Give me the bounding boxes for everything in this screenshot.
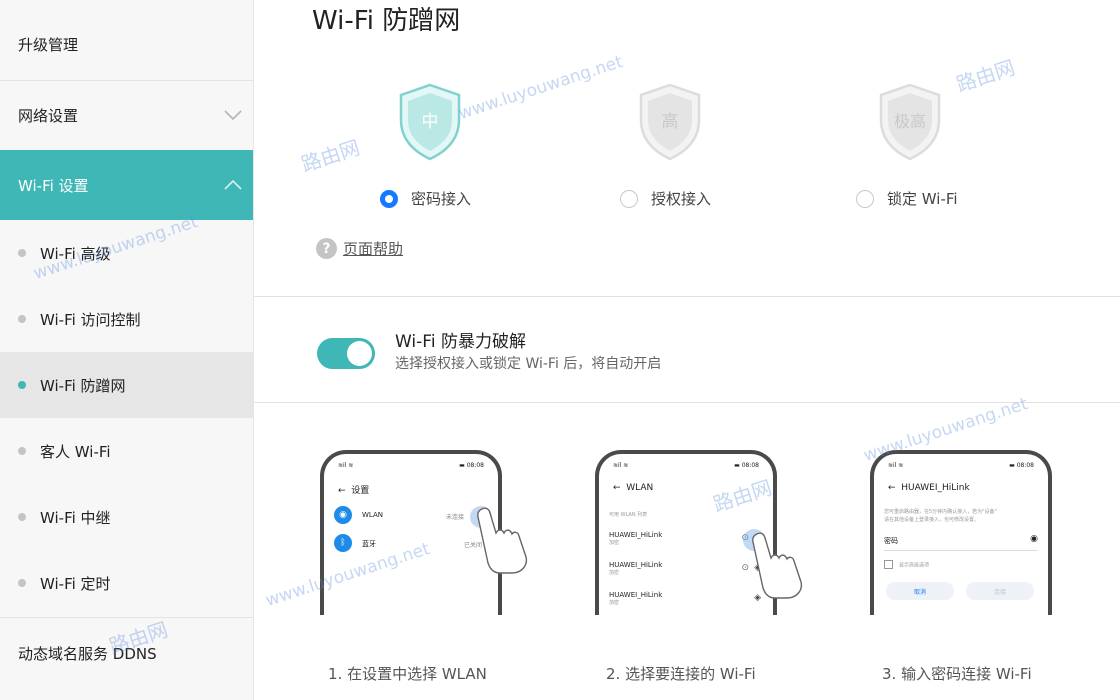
nav-item-label: 客人 Wi-Fi (40, 442, 111, 461)
nav-item-label: Wi-Fi 防蹭网 (40, 376, 126, 395)
sidebar-item-wifi-relay[interactable]: Wi-Fi 中继 (0, 484, 253, 550)
sidebar-item-wifi-anti-rub[interactable]: Wi-Fi 防蹭网 (0, 352, 253, 418)
step-2-caption: 2. 选择要连接的 Wi-Fi (606, 665, 756, 683)
phone-row: ᛒ 蓝牙 已关闭 (334, 534, 488, 554)
phone-note: 您可重启路由器，在5分钟内确认接入，若为"设备" 请在其他设备上登录接入，也可修… (884, 509, 997, 523)
level-very-high-shield-icon: 极高 (875, 82, 945, 162)
phone-header: ← HUAWEI_HiLink (888, 483, 970, 493)
radio-button[interactable] (620, 189, 638, 208)
step-1-caption: 1. 在设置中选择 WLAN (328, 665, 487, 683)
wifi-icon: ◉ (334, 506, 352, 524)
shield-label: 高 (662, 112, 679, 132)
radio-lock-wifi[interactable]: 锁定 Wi-Fi (856, 188, 958, 209)
nav-item-label: Wi-Fi 设置 (18, 176, 89, 195)
divider (254, 402, 1120, 403)
sidebar: 升级管理 网络设置 Wi-Fi 设置 Wi-Fi 高级 Wi-Fi 访问控制 W… (0, 0, 254, 700)
shield-label: 极高 (894, 112, 926, 131)
bullet-dot-icon (18, 249, 26, 257)
wifi-network-row: HUAWEI_HiLink 加密 ◈ (609, 591, 761, 606)
sidebar-item-guest-wifi[interactable]: 客人 Wi-Fi (0, 418, 253, 484)
shield-label: 中 (422, 112, 439, 132)
radio-button[interactable] (856, 189, 874, 208)
level-medium-shield-icon: 中 (395, 82, 465, 162)
phone-section-label: 可用 WLAN 列表 (609, 512, 648, 518)
question-icon: ? (316, 238, 337, 259)
nav-item-wifi-settings[interactable]: Wi-Fi 设置 (0, 150, 253, 220)
nav-item-label: Wi-Fi 定时 (40, 574, 111, 593)
phone-header: ← 设置 (338, 486, 370, 496)
nav-item-label: 网络设置 (18, 106, 79, 125)
nav-item-label: Wi-Fi 访问控制 (40, 310, 141, 329)
eye-icon: ◉ (1030, 534, 1038, 544)
wifi-network-row: HUAWEI_HiLink 加密 ⊙ ◈ (609, 561, 761, 576)
hand-pointer-icon (477, 507, 528, 574)
bullet-dot-icon (18, 579, 26, 587)
phone-cancel-button: 取消 (886, 582, 954, 600)
bullet-dot-icon (18, 513, 26, 521)
help-label: 页面帮助 (343, 240, 404, 258)
nav-item-label: Wi-Fi 高级 (40, 244, 111, 263)
step-3-caption: 3. 输入密码连接 Wi-Fi (882, 665, 1032, 683)
nav-item-label: 升级管理 (18, 35, 79, 54)
bullet-dot-icon (18, 447, 26, 455)
brute-force-toggle[interactable] (317, 338, 375, 369)
nav-item-label: 动态域名服务 DDNS (18, 644, 157, 663)
page-title: Wi-Fi 防蹭网 (312, 6, 461, 36)
radio-button[interactable] (380, 189, 398, 208)
radio-authorized-access[interactable]: 授权接入 (620, 188, 711, 209)
page-help-link[interactable]: ? 页面帮助 (316, 238, 403, 259)
chevron-up-icon (224, 179, 242, 190)
nav-item-network-settings[interactable]: 网络设置 (0, 80, 253, 150)
main-panel: Wi-Fi 防蹭网 中 高 极高 密码接入 授权接入 锁定 Wi-Fi ? 页面… (254, 0, 1120, 700)
radio-label: 密码接入 (411, 190, 472, 208)
phone-status-bar: ≋il ≋ ▬ 08:08 (613, 462, 759, 469)
phone-status-bar: ≋il ≋ ▬ 08:08 (338, 462, 484, 469)
radio-password-access[interactable]: 密码接入 (380, 188, 471, 209)
radio-label: 授权接入 (651, 190, 712, 208)
chevron-down-icon (224, 110, 242, 121)
nav-item-upgrade-management[interactable]: 升级管理 (0, 10, 253, 78)
phone-illustration-step-3: ≋il ≋ ▬ 08:08 ← HUAWEI_HiLink 您可重启路由器，在5分… (870, 450, 1052, 615)
radio-label: 锁定 Wi-Fi (887, 190, 958, 208)
sidebar-item-wifi-access-control[interactable]: Wi-Fi 访问控制 (0, 286, 253, 352)
nav-item-ddns[interactable]: 动态域名服务 DDNS (0, 618, 253, 688)
phone-status-bar: ≋il ≋ ▬ 08:08 (888, 462, 1034, 469)
nav-item-label: Wi-Fi 中继 (40, 508, 111, 527)
password-field: 密码 ◉ (884, 534, 1038, 551)
phone-connect-button: 连接 (966, 582, 1034, 600)
wifi-network-row: HUAWEI_HiLink 加密 ⊙ ◈ (609, 531, 763, 546)
phone-header: ← WLAN (613, 483, 654, 493)
bullet-dot-icon (18, 315, 26, 323)
level-high-shield-icon: 高 (635, 82, 705, 162)
hand-pointer-icon (752, 532, 803, 599)
sidebar-item-wifi-advanced[interactable]: Wi-Fi 高级 (0, 220, 253, 286)
toggle-knob (347, 341, 372, 366)
advanced-option-checkbox: 显示高级选项 (884, 560, 1038, 569)
phone-row: ◉ WLAN 未连接 (334, 506, 488, 526)
checkbox-icon (884, 560, 893, 569)
lock-icon: ⊙ (741, 563, 749, 573)
sidebar-item-wifi-timer[interactable]: Wi-Fi 定时 (0, 550, 253, 616)
brute-force-title: Wi-Fi 防暴力破解 (395, 332, 526, 352)
divider (254, 296, 1120, 297)
bullet-dot-icon (18, 381, 26, 389)
brute-force-description: 选择授权接入或锁定 Wi-Fi 后，将自动开启 (395, 356, 662, 372)
bluetooth-icon: ᛒ (334, 534, 352, 552)
